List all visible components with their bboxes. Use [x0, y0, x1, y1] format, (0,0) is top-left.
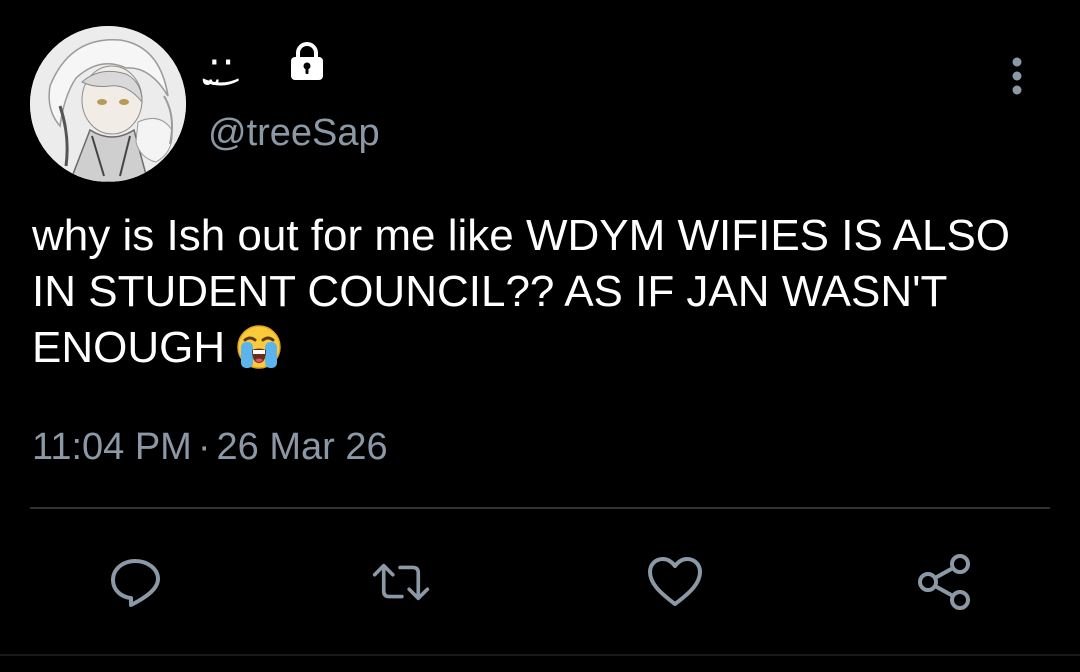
retweet-button[interactable]: [371, 552, 431, 612]
bottom-divider: [0, 654, 1080, 656]
avatar[interactable]: [30, 26, 186, 182]
tweet-text: why is Ish out for me like WDYM WIFIES I…: [32, 208, 1042, 376]
reply-icon: [111, 559, 160, 607]
tweet-timestamp[interactable]: 11:04 PM · 26 Mar 26: [32, 424, 388, 470]
display-name[interactable]: ·̫͜·: [208, 40, 235, 86]
reply-button[interactable]: [106, 552, 166, 612]
share-icon: [918, 554, 970, 610]
tweet-text-body: why is Ish out for me like WDYM WIFIES I…: [32, 211, 1011, 372]
tweet-time: 11:04 PM: [32, 426, 192, 468]
avatar-image: [30, 26, 186, 182]
share-button[interactable]: [914, 552, 974, 612]
more-vertical-icon[interactable]: [1004, 56, 1030, 96]
retweet-icon: [372, 563, 430, 601]
loudly-crying-face-icon: [231, 323, 287, 371]
like-button[interactable]: [645, 552, 705, 612]
lock-icon: [287, 41, 327, 81]
tweet-date: 26 Mar 26: [216, 426, 388, 468]
user-handle[interactable]: @treeSap: [208, 111, 380, 155]
timestamp-separator: ·: [197, 426, 211, 468]
divider: [30, 507, 1050, 509]
like-icon: [648, 557, 702, 606]
